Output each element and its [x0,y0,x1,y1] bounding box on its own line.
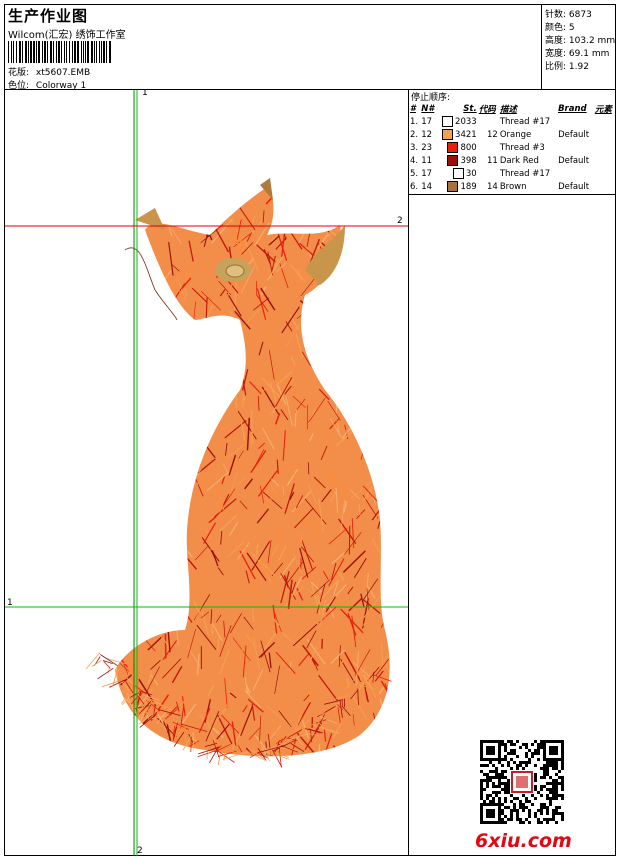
row-brand [557,167,594,180]
row-code [478,141,499,154]
row-desc: Thread #3 [499,142,545,153]
col-desc: 描述 [499,104,517,115]
row-needle: 17 [421,116,433,127]
row-brand [557,141,594,154]
thread-swatch [447,181,459,192]
thread-row[interactable]: 5. 17 30 Thread #17 [409,167,615,180]
row-needle: 12 [421,129,433,140]
stitch-count: 2033 [455,117,477,127]
stat-height: 高度: 103.2 mm [545,36,616,46]
row-index: 3. [410,142,419,153]
row-element [594,180,615,193]
thread-swatch [442,129,454,140]
row-stitches: 2033 [437,115,478,128]
col-code: 代码 [478,104,496,115]
thread-table: # N# St. 代码 描述 Brand 元素 1. 17 2033 Thread #… [409,102,615,193]
row-index: 6. [410,181,419,192]
stat-width: 宽度: 69.1 mm [545,49,610,59]
row-needle: 14 [421,181,433,192]
row-brand: Default [558,129,590,140]
thread-swatch [447,142,459,153]
thread-swatch [447,155,459,166]
row-brand [557,115,594,128]
thread-panel: 停止顺序: # N# St. 代码 描述 Brand 元素 1. 17 2033 Th… [409,90,615,856]
thread-row[interactable]: 6. 14 189 14 Brown Default [409,180,615,193]
stat-colors: 颜色: 5 [545,23,575,33]
stat-stitches: 针数: 6873 [545,10,592,20]
fox-eye-inner [225,264,245,278]
fox-embroidery [5,90,408,856]
row-brand: Default [558,155,590,166]
stitch-count: 3421 [455,130,477,140]
company-name: Wilcom(汇宏) 绣饰工作室 [8,30,126,41]
thread-swatch [452,168,464,179]
header-left: 生产作业图 Wilcom(汇宏) 绣饰工作室 花版: xt5607.EMB 色位… [5,5,541,91]
row-desc: Thread #17 [499,116,551,127]
row-code: 14 [487,181,498,192]
guide-label-v-top: 1 [142,90,148,98]
row-desc: Dark Red [499,155,539,166]
row-index: 1. [410,116,419,127]
stitch-count: 398 [460,156,477,166]
stats-panel: 针数: 6873 颜色: 5 高度: 103.2 mm 宽度: 69.1 mm … [541,5,616,89]
design-file-row: 花版: xt5607.EMB [8,65,90,78]
col-element: 元素 [594,104,612,115]
row-element [594,128,615,141]
row-stitches: 189 [437,180,478,193]
stat-scale: 比例: 1.92 [545,62,589,72]
design-file-value: xt5607.EMB [35,68,91,78]
row-element [594,167,615,180]
thread-row[interactable]: 3. 23 800 Thread #3 [409,141,615,154]
col-stitches: St. [463,103,477,114]
col-index: # [410,103,416,114]
col-needle: N# [421,103,435,114]
row-stitches: 3421 [437,128,478,141]
row-code: 11 [487,155,498,166]
thread-row[interactable]: 1. 17 2033 Thread #17 [409,115,615,128]
col-brand: Brand [558,103,587,114]
row-element [594,141,615,154]
guide-label-v-bottom: 2 [137,846,143,856]
row-index: 4. [410,155,419,166]
row-desc: Brown [499,181,527,192]
row-desc: Thread #17 [499,168,551,179]
embroidery-canvas[interactable]: 1 2 2 1 [5,90,408,856]
row-stitches: 30 [437,167,478,180]
qr-code [480,740,564,824]
watermark-site: 6xiu.com [475,830,572,852]
row-desc: Orange [499,129,532,140]
row-index: 2. [410,129,419,140]
guide-label-h-green: 1 [7,598,13,608]
row-element [594,115,615,128]
row-element [594,154,615,167]
row-stitches: 800 [437,141,478,154]
stitch-count: 189 [460,182,477,192]
thread-table-header: # N# St. 代码 描述 Brand 元素 [409,102,615,115]
barcode [8,41,136,63]
row-code: 12 [487,129,498,140]
row-needle: 11 [421,155,433,166]
stitch-count: 800 [460,143,477,153]
row-stitches: 398 [437,154,478,167]
thread-row[interactable]: 4. 11 398 11 Dark Red Default [409,154,615,167]
guide-label-h-red: 2 [397,216,403,226]
page-title: 生产作业图 [8,7,89,25]
row-code [478,167,499,180]
row-needle: 17 [421,168,433,179]
design-file-label: 花版: [8,68,30,78]
thread-swatch [442,116,454,127]
row-code [478,115,499,128]
thread-row[interactable]: 2. 12 3421 12 Orange Default [409,128,615,141]
row-index: 5. [410,168,419,179]
row-brand: Default [558,181,590,192]
qr-code-image [480,740,564,824]
stitch-count: 30 [465,169,477,179]
row-needle: 23 [421,142,433,153]
